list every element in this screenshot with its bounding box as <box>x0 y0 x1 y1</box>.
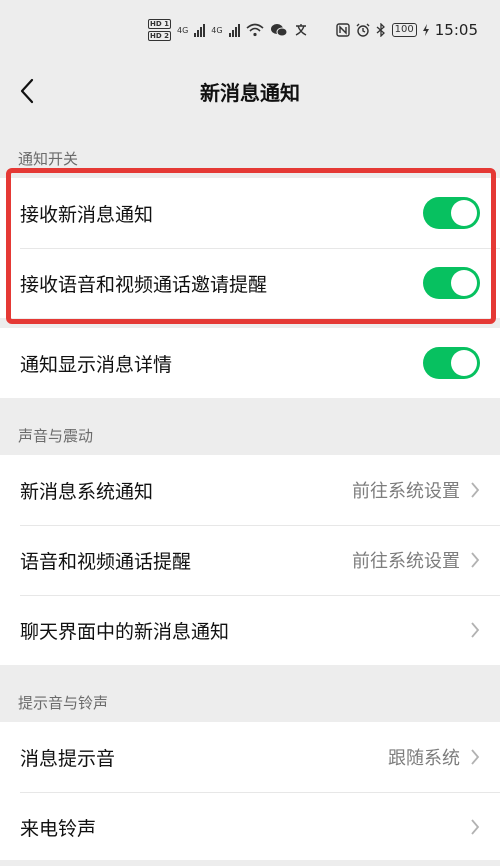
group-sound-vibration: 新消息系统通知 前往系统设置 语音和视频通话提醒 前往系统设置 聊天界面中的新消… <box>0 455 500 665</box>
row-call-invite-reminder[interactable]: 接收语音和视频通话邀请提醒 <box>0 248 500 318</box>
section-header-sound-vibration: 声音与震动 <box>18 426 94 445</box>
row-value: 前往系统设置 <box>352 551 460 572</box>
group-tones: 消息提示音 跟随系统 来电铃声 <box>0 722 500 862</box>
chevron-left-icon <box>20 78 34 104</box>
nav-bar: 新消息通知 <box>0 60 500 122</box>
toggle-knob <box>451 350 477 376</box>
signal-icon <box>194 23 206 37</box>
status-bar: HD 1 HD 2 4G 4G 100 15:05 <box>0 0 500 60</box>
row-label: 聊天界面中的新消息通知 <box>20 620 230 643</box>
page-title: 新消息通知 <box>200 80 300 105</box>
row-message-tone[interactable]: 消息提示音 跟随系统 <box>0 722 500 792</box>
chevron-right-icon <box>471 482 480 498</box>
section-header-tones: 提示音与铃声 <box>18 693 109 712</box>
status-left-icons: HD 1 HD 2 4G 4G <box>148 19 310 41</box>
row-label: 接收语音和视频通话邀请提醒 <box>20 273 268 296</box>
show-message-detail-toggle[interactable] <box>423 347 480 379</box>
row-label: 语音和视频通话提醒 <box>20 550 192 573</box>
group-notify-detail: 通知显示消息详情 <box>0 328 500 398</box>
section-header-notify-switch: 通知开关 <box>18 149 79 168</box>
row-right: 跟随系统 <box>388 744 480 770</box>
row-show-message-detail[interactable]: 通知显示消息详情 <box>0 328 500 398</box>
row-value: 跟随系统 <box>388 748 460 769</box>
row-right <box>470 621 480 639</box>
row-system-notification[interactable]: 新消息系统通知 前往系统设置 <box>0 455 500 525</box>
row-ringtone[interactable]: 来电铃声 <box>0 792 500 862</box>
row-value: 前往系统设置 <box>352 481 460 502</box>
hd-badge-2: HD 2 <box>148 31 171 41</box>
row-receive-new-message[interactable]: 接收新消息通知 <box>0 178 500 248</box>
row-call-reminder[interactable]: 语音和视频通话提醒 前往系统设置 <box>0 525 500 595</box>
clock: 15:05 <box>434 21 478 39</box>
row-label: 新消息系统通知 <box>20 480 154 503</box>
row-right: 前往系统设置 <box>352 547 480 573</box>
signal-icon-2 <box>228 23 240 37</box>
call-invite-reminder-toggle[interactable] <box>423 267 480 299</box>
row-label: 消息提示音 <box>20 747 116 770</box>
chevron-right-icon <box>471 552 480 568</box>
battery-icon: 100 <box>391 23 417 37</box>
wifi-icon <box>246 23 264 37</box>
row-label: 来电铃声 <box>20 817 97 840</box>
back-button[interactable] <box>10 75 44 107</box>
charging-icon <box>422 24 429 36</box>
translate-icon <box>295 24 306 36</box>
row-right: 前往系统设置 <box>352 477 480 503</box>
status-right-icons: 100 15:05 <box>335 21 478 39</box>
group-notify-switch: 接收新消息通知 接收语音和视频通话邀请提醒 <box>0 178 500 318</box>
bluetooth-icon <box>376 23 385 37</box>
chevron-right-icon <box>471 749 480 765</box>
nfc-icon <box>335 23 350 37</box>
bottom-strip <box>0 860 500 866</box>
receive-new-message-toggle[interactable] <box>423 197 480 229</box>
chevron-right-icon <box>471 622 480 638</box>
network-type-1: 4G <box>176 25 189 35</box>
row-right <box>470 818 480 836</box>
chevron-right-icon <box>471 819 480 835</box>
toggle-knob <box>451 270 477 296</box>
wechat-icon <box>270 24 288 37</box>
toggle-knob <box>451 200 477 226</box>
row-label: 接收新消息通知 <box>20 203 154 226</box>
hd-badges: HD 1 HD 2 <box>148 19 171 41</box>
row-chat-notification[interactable]: 聊天界面中的新消息通知 <box>0 595 500 665</box>
row-label: 通知显示消息详情 <box>20 353 173 376</box>
network-type-2: 4G <box>211 25 223 35</box>
hd-badge-1: HD 1 <box>148 19 171 29</box>
alarm-icon <box>356 23 370 37</box>
